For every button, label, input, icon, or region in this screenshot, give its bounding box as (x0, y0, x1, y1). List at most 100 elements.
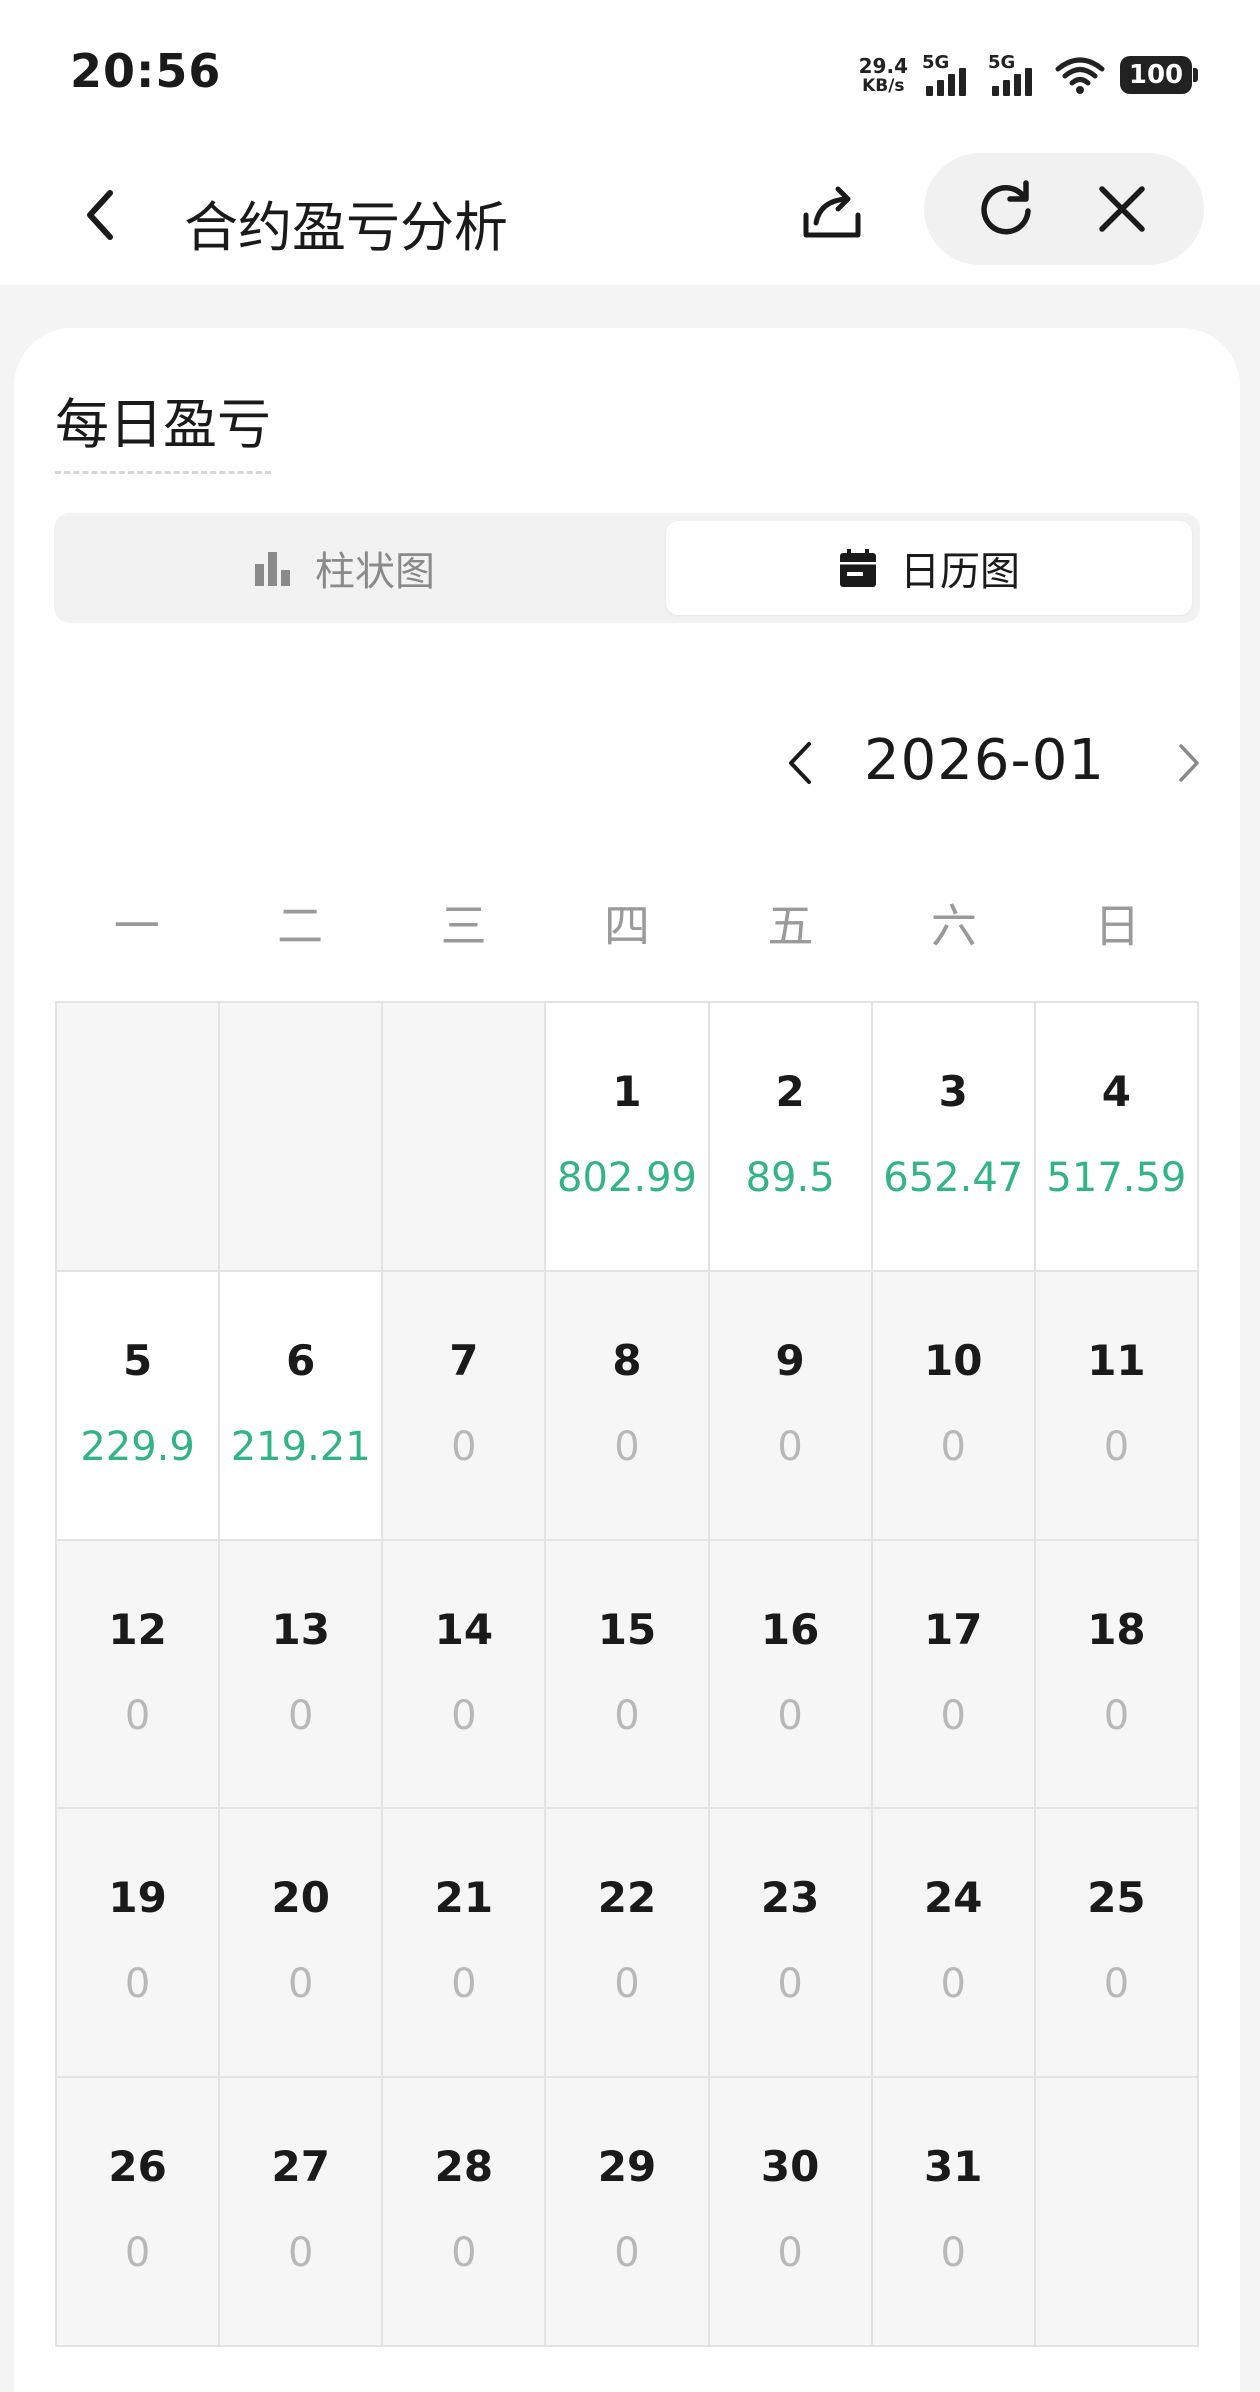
share-icon (803, 186, 861, 238)
calendar-day-cell[interactable]: 12 0 (57, 1540, 221, 1810)
weekday-label: 二 (277, 899, 324, 953)
day-pnl-value: 229.9 (80, 1423, 195, 1470)
day-number: 10 (924, 1335, 983, 1385)
day-number: 22 (597, 1873, 657, 1923)
calendar-icon (840, 549, 876, 587)
calendar-day-cell[interactable]: 70 (383, 1271, 547, 1541)
calendar-day-cell[interactable]: 3 652.47 (872, 1003, 1036, 1272)
calendar-day-cell[interactable]: 10 0 (872, 1271, 1036, 1541)
day-pnl-value: 0 (451, 1692, 477, 1739)
weekday-header: 一 二 三 四 五 六 日 (55, 883, 1199, 963)
tab-calendar[interactable]: 日历图 (666, 521, 1192, 615)
chevron-left-icon (789, 742, 811, 784)
status-icons: 29.4 KB/s 5G 5G 100 (859, 50, 1198, 100)
day-number: 31 (924, 2142, 983, 2192)
calendar-day-cell[interactable]: 1 802.99 (546, 1003, 710, 1272)
day-number: 9 (775, 1335, 805, 1385)
calendar-day-cell[interactable]: 30 0 (709, 2078, 873, 2347)
section-title[interactable]: 每日盈亏 (55, 380, 271, 474)
tab-label: 柱状图 (315, 549, 435, 595)
calendar-day-cell[interactable]: 24 0 (872, 1809, 1036, 2079)
day-pnl-value: 89.5 (745, 1155, 835, 1201)
day-pnl-value: 0 (287, 1961, 314, 2008)
bar-chart-icon (255, 552, 290, 586)
day-number: 13 (271, 1604, 330, 1654)
day-pnl-value: 517.59 (1046, 1155, 1187, 1201)
calendar-day-cell[interactable]: 25 0 (1035, 1809, 1199, 2079)
day-number: 16 (760, 1604, 820, 1654)
day-number: 30 (760, 2142, 820, 2192)
day-pnl-value: 0 (124, 2230, 151, 2277)
calendar-day-cell[interactable]: 28 0 (383, 2078, 547, 2347)
refresh-button[interactable] (970, 173, 1042, 245)
day-number: 25 (1087, 1873, 1146, 1923)
wifi-icon (1055, 57, 1105, 94)
tab-bar-chart[interactable]: 柱状图 (62, 521, 626, 615)
calendar-day-cell[interactable]: 19 0 (57, 1809, 221, 2079)
page-title: 合约盈亏分析 (184, 196, 508, 259)
day-number: 18 (1087, 1604, 1146, 1654)
status-bar: 20:56 29.4 KB/s 5G 5G 100 (0, 0, 1260, 145)
prev-month-button[interactable] (770, 728, 830, 798)
day-number: 23 (760, 1873, 820, 1923)
day-pnl-value: 0 (287, 1692, 314, 1739)
day-number: 2 (775, 1067, 805, 1116)
day-number: 1 (612, 1067, 642, 1116)
day-number: 12 (108, 1604, 167, 1654)
day-number: 15 (597, 1604, 657, 1654)
calendar-day-cell[interactable]: 18 0 (1035, 1540, 1199, 1810)
day-number: 24 (924, 1873, 983, 1923)
day-pnl-value: 0 (451, 1423, 477, 1470)
calendar-day-cell[interactable]: 23 0 (709, 1809, 873, 2079)
calendar-day-cell[interactable]: 15 0 (546, 1540, 710, 1810)
calendar-day-cell[interactable]: 90 (709, 1271, 873, 1541)
day-pnl-value: 0 (1103, 1961, 1130, 2008)
calendar-day-cell[interactable]: 29 0 (546, 2078, 710, 2347)
close-button[interactable] (1086, 173, 1158, 245)
calendar-day-cell[interactable]: 16 0 (709, 1540, 873, 1810)
calendar-day-cell[interactable]: 14 0 (383, 1540, 547, 1810)
signal-icon: 5G (922, 52, 974, 98)
calendar-day-cell[interactable]: 27 0 (220, 2078, 384, 2347)
calendar-day-cell[interactable]: 17 0 (872, 1540, 1036, 1810)
calendar-empty-cell (1035, 2078, 1199, 2347)
back-button[interactable] (70, 180, 130, 250)
day-number: 27 (271, 2142, 330, 2192)
day-pnl-value: 0 (124, 1692, 151, 1739)
day-pnl-value: 0 (777, 1692, 803, 1739)
calendar-day-cell[interactable]: 2 89.5 (709, 1003, 873, 1272)
next-month-button[interactable] (1164, 728, 1214, 798)
day-number: 28 (434, 2142, 494, 2192)
calendar-day-cell[interactable]: 26 0 (57, 2078, 221, 2347)
day-pnl-value: 0 (614, 1423, 640, 1470)
close-icon (1099, 186, 1145, 232)
share-button[interactable] (796, 177, 868, 249)
day-pnl-value: 0 (614, 1692, 640, 1739)
calendar-day-cell[interactable]: 80 (546, 1271, 710, 1541)
calendar-day-cell[interactable]: 13 0 (220, 1540, 384, 1810)
calendar-day-cell[interactable]: 20 0 (220, 1809, 384, 2079)
network-speed: 29.4 KB/s (859, 56, 908, 95)
day-pnl-value: 0 (940, 1692, 966, 1739)
weekday-label: 日 (1094, 899, 1141, 953)
calendar-day-cell[interactable]: 6 219.21 (220, 1271, 384, 1541)
day-number: 26 (108, 2142, 167, 2192)
calendar-day-cell[interactable]: 11 0 (1035, 1271, 1199, 1541)
day-pnl-value: 0 (940, 1423, 966, 1470)
calendar-day-cell[interactable]: 4 517.59 (1035, 1003, 1199, 1272)
day-pnl-value: 802.99 (557, 1155, 697, 1201)
calendar-day-cell[interactable]: 5 229.9 (57, 1271, 221, 1541)
battery-level: 100 (1128, 60, 1184, 90)
calendar-day-cell[interactable]: 31 0 (872, 2078, 1036, 2347)
refresh-icon (981, 180, 1031, 235)
day-number: 14 (434, 1604, 494, 1654)
day-number: 8 (612, 1335, 642, 1385)
day-pnl-value: 0 (614, 2230, 640, 2277)
day-pnl-value: 0 (451, 1961, 477, 2008)
battery-icon: 100 (1120, 56, 1198, 94)
network-speed-value: 29.4 (858, 53, 908, 78)
day-pnl-value: 0 (940, 1961, 966, 2008)
calendar-day-cell[interactable]: 22 0 (546, 1809, 710, 2079)
chevron-right-icon (1179, 744, 1199, 782)
calendar-day-cell[interactable]: 21 0 (383, 1809, 547, 2079)
